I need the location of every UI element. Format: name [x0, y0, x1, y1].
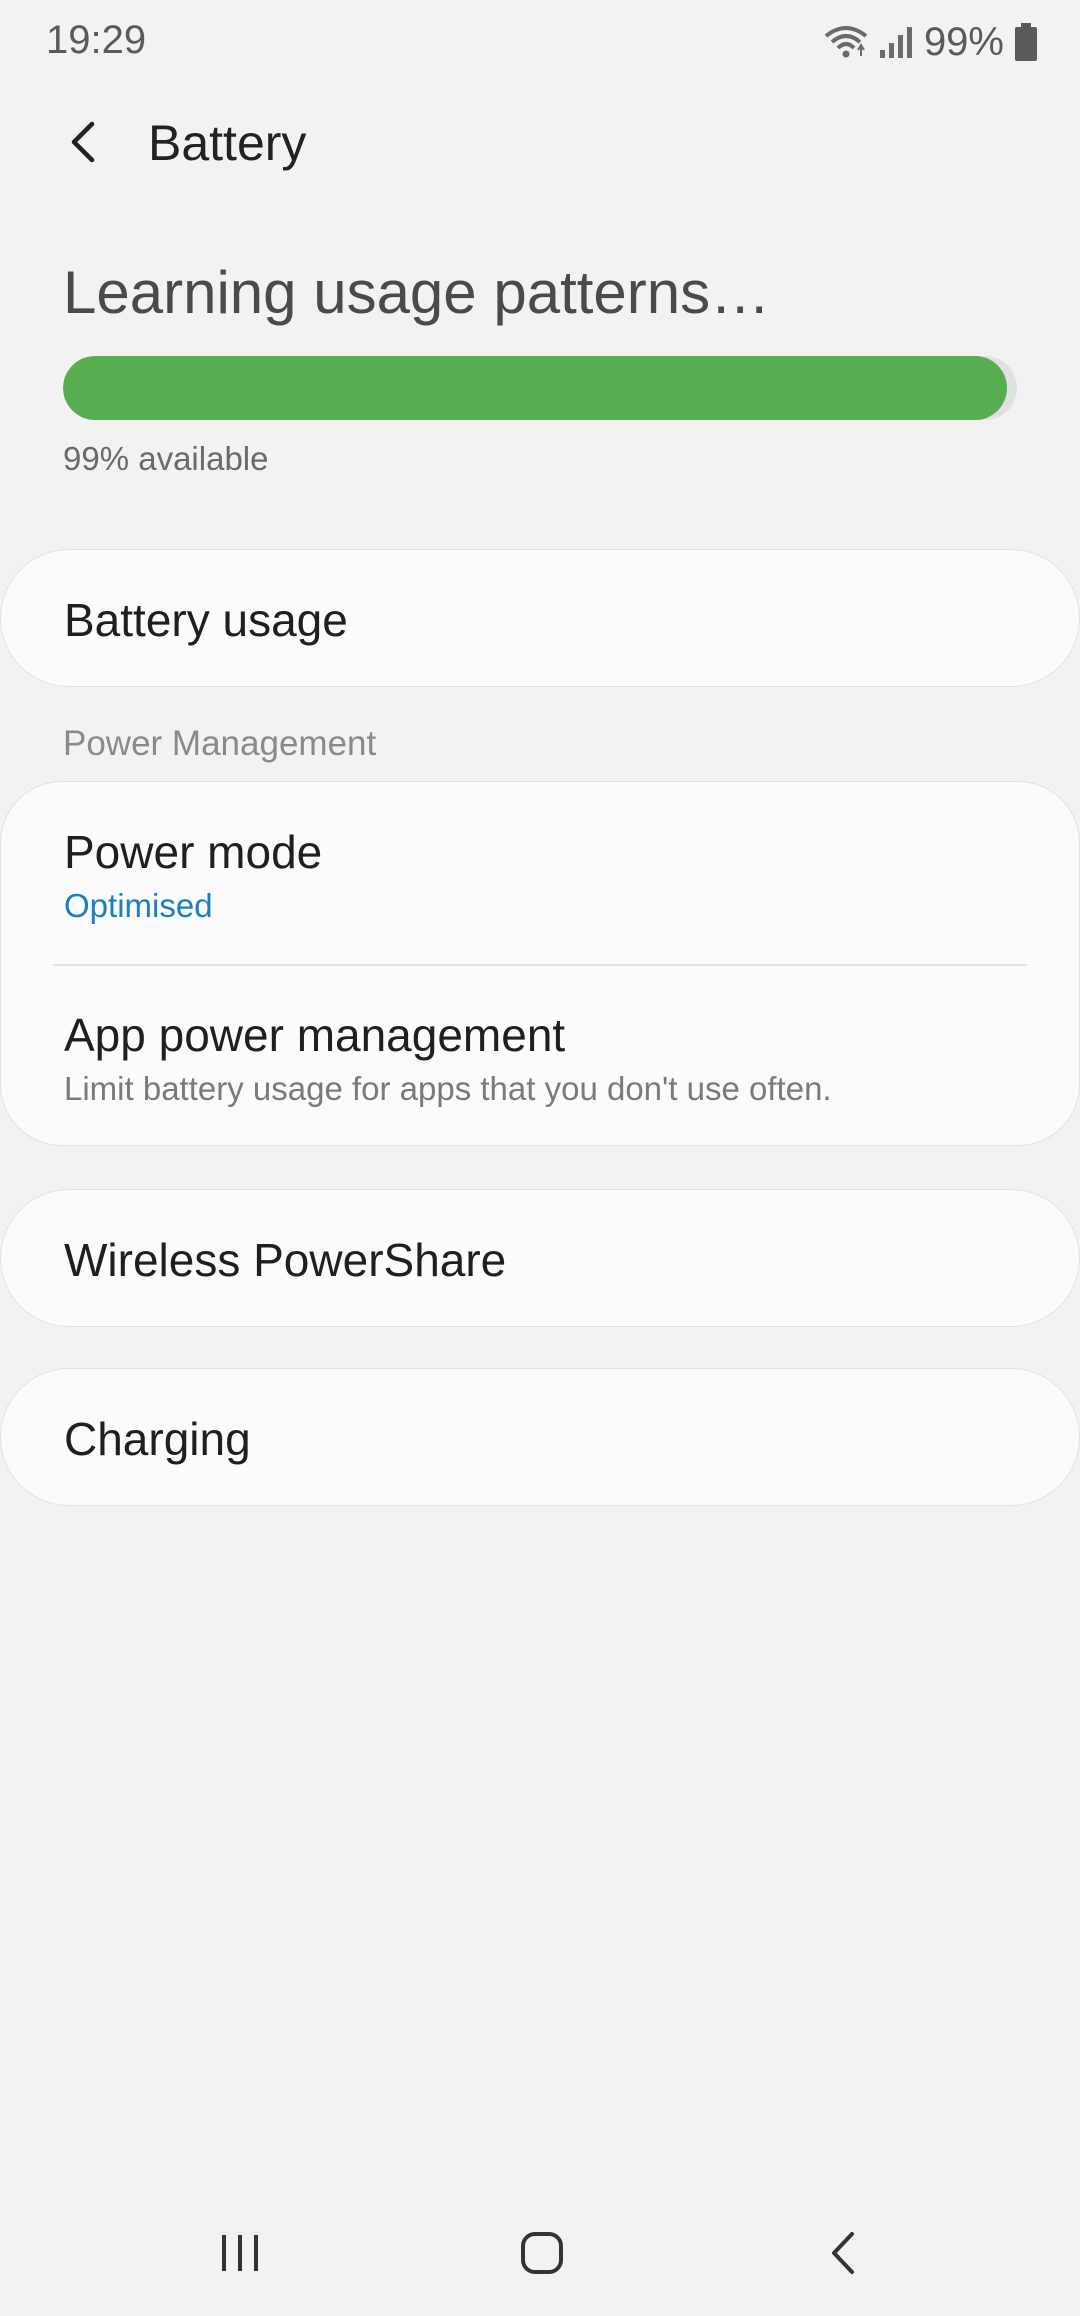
wireless-powershare-label: Wireless PowerShare: [64, 1234, 507, 1286]
back-nav-button[interactable]: [804, 2218, 884, 2288]
battery-settings-screen: 19:29 99% Battery Learning usage pattern…: [0, 0, 1080, 2316]
back-icon: [832, 2232, 854, 2274]
status-bar: 19:29 99%: [0, 0, 1080, 84]
page-title: Battery: [148, 115, 307, 171]
status-icons: 99%: [824, 18, 1038, 66]
system-nav-bar: [0, 2190, 1080, 2316]
recent-apps-button[interactable]: [200, 2218, 280, 2288]
battery-icon: [1014, 22, 1038, 62]
charging-label: Charging: [64, 1413, 251, 1465]
battery-percent: 99%: [923, 19, 1004, 64]
charging-item[interactable]: Charging: [0, 1368, 1080, 1506]
power-management-group: Power mode Optimised App power managemen…: [0, 781, 1080, 1146]
status-time: 19:29: [46, 18, 147, 62]
battery-usage-label: Battery usage: [64, 594, 348, 646]
chevron-left-icon: [71, 121, 95, 163]
wifi-icon: [824, 24, 868, 60]
app-power-management-label: App power management: [64, 1009, 566, 1061]
battery-usage-item[interactable]: Battery usage: [0, 549, 1080, 687]
signal-icon: [878, 24, 914, 60]
power-mode-value: Optimised: [64, 887, 213, 924]
back-button[interactable]: [58, 114, 114, 170]
wireless-powershare-item[interactable]: Wireless PowerShare: [0, 1189, 1080, 1327]
power-mode-label: Power mode: [64, 826, 323, 878]
battery-available-text: 99% available: [63, 440, 269, 477]
battery-status-title: Learning usage patterns…: [63, 259, 771, 326]
section-header-power-management: Power Management: [63, 724, 377, 763]
recent-apps-icon: [222, 2235, 258, 2271]
app-power-management-item[interactable]: App power management Limit battery usage…: [1, 966, 1079, 1147]
battery-level-fill: [63, 356, 1008, 420]
battery-level-bar: [63, 356, 1017, 420]
app-power-management-description: Limit battery usage for apps that you do…: [64, 1070, 832, 1107]
home-icon: [521, 2232, 563, 2274]
home-button[interactable]: [502, 2218, 582, 2288]
app-header: Battery: [0, 96, 1080, 190]
power-mode-item[interactable]: Power mode Optimised: [1, 782, 1079, 964]
